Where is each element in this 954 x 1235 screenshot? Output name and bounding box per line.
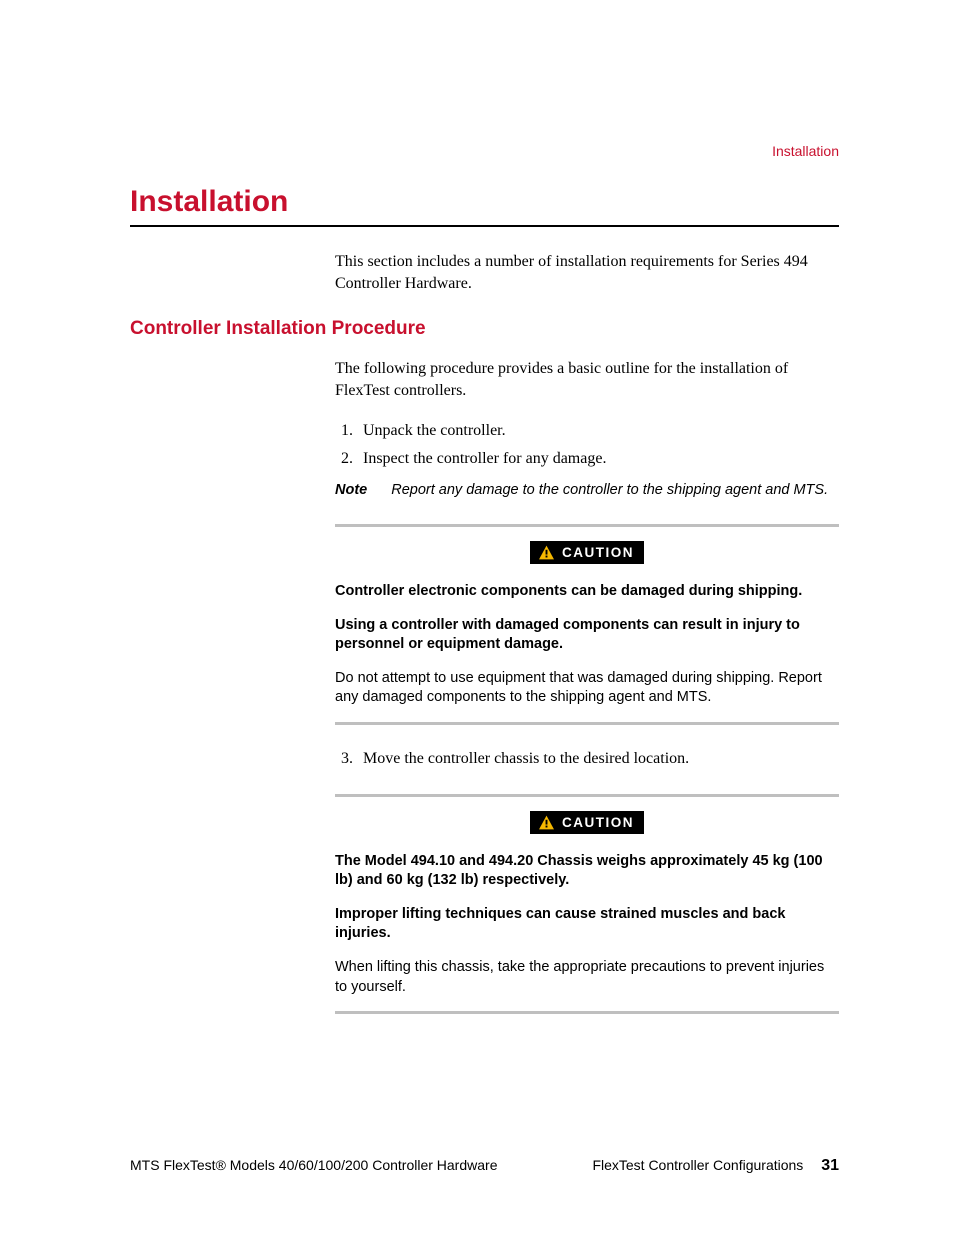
callout-bottom-rule xyxy=(335,722,839,725)
section-heading: Controller Installation Procedure xyxy=(130,318,839,340)
callout-top-rule xyxy=(335,794,839,797)
caution-badge: CAUTION xyxy=(530,811,644,834)
step-item: Move the controller chassis to the desir… xyxy=(357,747,839,772)
content-area: This section includes a number of instal… xyxy=(130,251,839,1145)
footer-section: FlexTest Controller Configurations xyxy=(592,1157,803,1173)
callout-bottom-rule xyxy=(335,1011,839,1014)
title-rule xyxy=(130,225,839,227)
note-block: Note Report any damage to the controller… xyxy=(335,482,839,498)
caution-bold-text: Using a controller with damaged componen… xyxy=(335,616,839,655)
caution-body-text: Do not attempt to use equipment that was… xyxy=(335,669,839,708)
caution-label: CAUTION xyxy=(562,815,634,830)
footer-left: MTS FlexTest® Models 40/60/100/200 Contr… xyxy=(130,1157,592,1173)
note-label: Note xyxy=(335,482,367,498)
warning-triangle-icon xyxy=(538,545,555,560)
caution-badge-wrap: CAUTION xyxy=(335,811,839,834)
step-list-a: Unpack the controller. Inspect the contr… xyxy=(357,419,839,473)
step-item: Unpack the controller. xyxy=(357,419,839,444)
note-text: Report any damage to the controller to t… xyxy=(391,482,828,498)
running-header: Installation xyxy=(772,143,839,159)
caution-bold-text: Controller electronic components can be … xyxy=(335,582,839,602)
step-list-b: Move the controller chassis to the desir… xyxy=(357,747,839,772)
page-content: Installation Installation This section i… xyxy=(0,0,954,1235)
caution-bold-text: Improper lifting techniques can cause st… xyxy=(335,905,839,944)
page-footer: MTS FlexTest® Models 40/60/100/200 Contr… xyxy=(130,1145,839,1175)
caution-body-text: When lifting this chassis, take the appr… xyxy=(335,958,839,997)
footer-right: FlexTest Controller Configurations 31 xyxy=(592,1157,839,1175)
caution-badge-wrap: CAUTION xyxy=(335,541,839,564)
page-title: Installation xyxy=(130,185,839,219)
caution-badge: CAUTION xyxy=(530,541,644,564)
step-item: Inspect the controller for any damage. xyxy=(357,447,839,472)
warning-triangle-icon xyxy=(538,815,555,830)
intro-paragraph: This section includes a number of instal… xyxy=(335,251,839,296)
procedure-intro: The following procedure provides a basic… xyxy=(335,358,839,403)
page-number: 31 xyxy=(821,1157,839,1174)
caution-label: CAUTION xyxy=(562,545,634,560)
caution-bold-text: The Model 494.10 and 494.20 Chassis weig… xyxy=(335,852,839,891)
callout-top-rule xyxy=(335,524,839,527)
